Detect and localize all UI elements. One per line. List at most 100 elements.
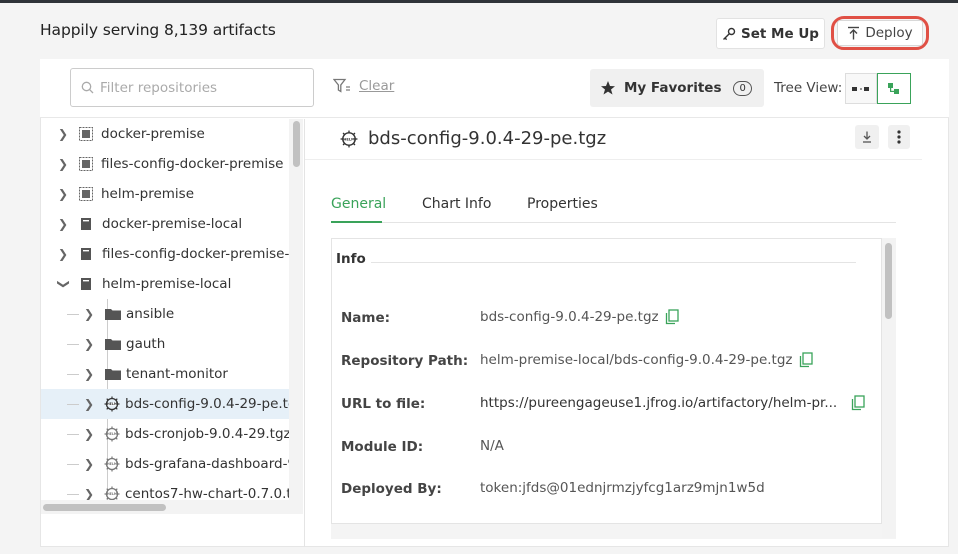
chevron-right-icon[interactable]: ❯ — [57, 217, 69, 231]
chevron-right-icon[interactable]: ❯ — [83, 367, 95, 381]
chevron-right-icon[interactable]: ❯ — [57, 247, 69, 261]
deploy-button[interactable]: Deploy — [837, 20, 923, 46]
tree-vertical-scrollbar[interactable] — [289, 119, 303, 514]
download-button[interactable] — [855, 125, 879, 149]
tree-item-docker-premise-local[interactable]: ❯ docker-premise-local — [41, 209, 289, 239]
svg-text:HELM: HELM — [107, 492, 117, 496]
chevron-right-icon[interactable]: ❯ — [83, 307, 95, 321]
upload-icon — [848, 26, 860, 40]
artifact-title-text: bds-config-9.0.4-29-pe.tgz — [368, 128, 607, 149]
tab-general[interactable]: General — [331, 196, 386, 212]
chevron-right-icon[interactable]: ❯ — [57, 187, 69, 201]
tree-item-label: files-config-docker-premise — [101, 156, 284, 172]
info-section-title: Info — [336, 251, 366, 267]
my-favorites-button[interactable]: My Favorites 0 — [590, 69, 764, 107]
more-vertical-icon — [897, 130, 901, 144]
tree-item-bds-grafana-dashboard[interactable]: ❯ HELM bds-grafana-dashboard-9 — [41, 449, 289, 479]
tree-item-helm-premise[interactable]: ❯ helm-premise — [41, 179, 289, 209]
flat-view-icon — [852, 86, 869, 91]
repository-path-value: helm-premise-local/bds-config-9.0.4-29-p… — [480, 352, 813, 368]
tree-branch-line — [67, 344, 79, 345]
repository-tree[interactable]: ❯ docker-premise ❯ files-config-docker-p… — [41, 119, 289, 514]
tree-item-tenant-monitor[interactable]: ❯ tenant-monitor — [41, 359, 289, 389]
search-icon — [81, 81, 94, 94]
more-actions-button[interactable] — [888, 125, 910, 149]
filter-repositories-field[interactable] — [70, 68, 314, 107]
tree-branch-line — [67, 434, 79, 435]
info-vertical-scroll-thumb[interactable] — [885, 243, 892, 319]
chevron-right-icon[interactable]: ❯ — [57, 127, 69, 141]
set-me-up-button[interactable]: Set Me Up — [716, 18, 825, 49]
name-value-text: bds-config-9.0.4-29-pe.tgz — [480, 309, 659, 325]
clear-filter-button[interactable]: Clear — [333, 78, 394, 94]
chevron-down-icon[interactable]: ❯ — [57, 278, 71, 290]
url-to-file-value: https://pureengageuse1.jfrog.io/artifact… — [480, 395, 865, 411]
helm-icon: HELM — [104, 426, 120, 442]
copy-icon[interactable] — [799, 352, 813, 368]
svg-text:HELM: HELM — [107, 462, 117, 466]
tree-item-bds-cronjob[interactable]: ❯ HELM bds-cronjob-9.0.4-29.tgz — [41, 419, 289, 449]
chevron-right-icon[interactable]: ❯ — [83, 457, 95, 471]
copy-icon[interactable] — [851, 395, 865, 411]
repository-path-label: Repository Path: — [341, 353, 469, 369]
download-icon — [863, 131, 871, 143]
module-id-value-text: N/A — [480, 438, 504, 454]
pane-divider[interactable] — [304, 119, 305, 547]
tab-chart-info[interactable]: Chart Info — [422, 196, 491, 212]
tree-item-gauth[interactable]: ❯ gauth — [41, 329, 289, 359]
favorites-count-badge: 0 — [733, 80, 752, 96]
tree-item-ansible[interactable]: ❯ ansible — [41, 299, 289, 329]
artifact-count-text: Happily serving 8,139 artifacts — [40, 21, 276, 39]
active-tab-indicator — [331, 221, 382, 223]
module-id-value: N/A — [480, 438, 504, 454]
svg-text:HELM: HELM — [343, 137, 355, 141]
tree-item-files-config-docker-premise-local[interactable]: ❯ files-config-docker-premise-lo — [41, 239, 289, 269]
tab-properties[interactable]: Properties — [527, 196, 598, 212]
folder-icon — [105, 306, 121, 322]
tree-branch-line — [67, 374, 79, 375]
chevron-right-icon[interactable]: ❯ — [57, 157, 69, 171]
info-panel-bottom — [331, 523, 896, 539]
local-repo-icon — [78, 246, 94, 262]
chevron-right-icon[interactable]: ❯ — [83, 397, 95, 411]
svg-text:HELM: HELM — [107, 432, 117, 436]
tree-item-docker-premise[interactable]: ❯ docker-premise — [41, 119, 289, 149]
tree-branch-line — [67, 464, 79, 465]
info-section-rule — [371, 262, 856, 263]
tree-item-label: bds-grafana-dashboard-9 — [125, 456, 289, 472]
chevron-right-icon[interactable]: ❯ — [83, 427, 95, 441]
tree-horizontal-scroll-thumb[interactable] — [43, 504, 166, 511]
chevron-right-icon[interactable]: ❯ — [83, 337, 95, 351]
helm-icon: HELM — [104, 396, 120, 412]
star-icon — [601, 81, 615, 95]
tree-vertical-scroll-thumb[interactable] — [293, 121, 300, 167]
tree-branch-line — [67, 314, 79, 315]
tree-view-toggle[interactable] — [877, 73, 911, 104]
name-value: bds-config-9.0.4-29-pe.tgz — [480, 309, 679, 325]
title-divider — [305, 159, 922, 160]
filter-repositories-input[interactable] — [100, 79, 300, 96]
top-bar — [0, 0, 958, 3]
url-to-file-link[interactable]: https://pureengageuse1.jfrog.io/artifact… — [480, 395, 837, 411]
copy-icon[interactable] — [665, 309, 679, 325]
tree-item-helm-premise-local[interactable]: ❯ helm-premise-local — [41, 269, 289, 299]
tree-item-label: files-config-docker-premise-lo — [102, 246, 289, 262]
flat-view-toggle[interactable] — [845, 73, 877, 104]
name-label: Name: — [341, 310, 391, 326]
tree-branch-line — [67, 494, 79, 495]
tree-item-bds-config[interactable]: ❯ HELM bds-config-9.0.4-29-pe.tgz — [41, 389, 289, 419]
tree-item-label: docker-premise — [101, 126, 205, 142]
tree-item-label: bds-config-9.0.4-29-pe.tgz — [125, 396, 289, 412]
artifact-title: HELM bds-config-9.0.4-29-pe.tgz — [340, 128, 606, 149]
tree-item-files-config-docker-premise[interactable]: ❯ files-config-docker-premise — [41, 149, 289, 179]
tree-item-label: bds-cronjob-9.0.4-29.tgz — [125, 426, 289, 442]
folder-icon — [105, 366, 121, 382]
my-favorites-label: My Favorites — [624, 80, 722, 96]
filter-icon — [333, 78, 350, 93]
key-icon — [723, 27, 736, 40]
module-id-label: Module ID: — [341, 439, 424, 455]
virtual-repo-icon — [78, 126, 94, 142]
set-me-up-label: Set Me Up — [741, 25, 819, 42]
chevron-right-icon[interactable]: ❯ — [83, 487, 95, 501]
helm-icon: HELM — [104, 456, 120, 472]
